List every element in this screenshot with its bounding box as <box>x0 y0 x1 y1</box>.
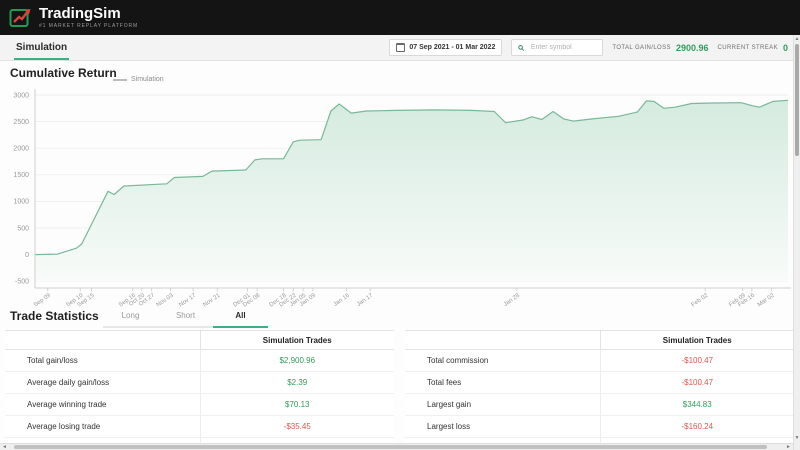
stats-tabs: Long Short All <box>103 305 268 328</box>
search-icon <box>518 44 525 52</box>
tab-long[interactable]: Long <box>103 305 158 328</box>
scroll-up-arrow[interactable]: ▲ <box>794 36 800 43</box>
svg-text:500: 500 <box>17 225 29 232</box>
stat-value: $344.83 <box>600 394 795 415</box>
toolbar: Simulation 07 Sep 2021 - 01 Mar 2022 TOT… <box>0 35 800 61</box>
stats-table-right: Simulation Trades Total commission-$100.… <box>405 330 794 450</box>
stat-label: Total commission <box>405 350 600 371</box>
horizontal-scroll-thumb[interactable] <box>14 445 767 449</box>
total-gainloss-label: TOTAL GAIN/LOSS <box>612 45 671 51</box>
stat-label: Average winning trade <box>5 394 200 415</box>
calendar-icon <box>396 43 405 52</box>
table-row: Average losing trade-$35.45 <box>5 416 394 438</box>
table-header-empty <box>405 331 600 349</box>
stat-label: Total fees <box>405 372 600 393</box>
symbol-search[interactable] <box>511 39 603 56</box>
svg-text:2500: 2500 <box>13 119 29 126</box>
stat-label: Largest loss <box>405 416 600 437</box>
stats-title: Trade Statistics <box>10 309 99 323</box>
current-streak-label: CURRENT STREAK <box>717 45 778 51</box>
brand-name: TradingSim <box>39 6 138 21</box>
scroll-left-arrow[interactable]: ◄ <box>2 444 7 450</box>
horizontal-scrollbar[interactable]: ◄ ► <box>0 443 793 450</box>
svg-text:2000: 2000 <box>13 146 29 153</box>
stat-value: -$100.47 <box>600 372 795 393</box>
tradingsim-logo-icon <box>8 5 33 30</box>
stats-table-left: Simulation Trades Total gain/loss$2,900.… <box>5 330 394 450</box>
table-header-empty <box>5 331 200 349</box>
vertical-scroll-thumb[interactable] <box>795 44 799 156</box>
table-row: Largest gain$344.83 <box>405 394 794 416</box>
cumulative-return-chart[interactable]: 300025002000150010005000-500Sep 09Sep 10… <box>0 75 800 307</box>
stat-label: Largest gain <box>405 394 600 415</box>
table-body: Total commission-$100.47Total fees-$100.… <box>405 350 794 450</box>
table-row: Total commission-$100.47 <box>405 350 794 372</box>
stat-label: Average losing trade <box>5 416 200 437</box>
svg-text:Sep 09: Sep 09 <box>33 292 53 307</box>
toolbar-controls: 07 Sep 2021 - 01 Mar 2022 TOTAL GAIN/LOS… <box>389 35 788 60</box>
vertical-scrollbar[interactable]: ▲ ▼ <box>793 35 800 450</box>
svg-text:Mar 02: Mar 02 <box>757 292 776 307</box>
table-row: Average daily gain/loss$2.39 <box>5 372 394 394</box>
svg-text:1000: 1000 <box>13 199 29 206</box>
scroll-down-arrow[interactable]: ▼ <box>794 435 800 442</box>
current-streak-value: 0 <box>783 43 788 53</box>
symbol-input[interactable] <box>529 43 596 52</box>
stat-label: Total gain/loss <box>5 350 200 371</box>
table-row: Total fees-$100.47 <box>405 372 794 394</box>
table-header-label: Simulation Trades <box>600 331 795 349</box>
table-row: Total gain/loss$2,900.96 <box>5 350 394 372</box>
table-header-row: Simulation Trades <box>5 330 394 350</box>
current-streak-metric: CURRENT STREAK 0 <box>717 43 788 53</box>
table-body: Total gain/loss$2,900.96Average daily ga… <box>5 350 394 450</box>
svg-text:1500: 1500 <box>13 172 29 179</box>
stat-value: $2,900.96 <box>200 350 395 371</box>
svg-text:Jan 28: Jan 28 <box>503 292 522 307</box>
brand-tagline: #1 MARKET REPLAY PLATFORM <box>39 23 138 29</box>
svg-text:-500: -500 <box>15 279 29 286</box>
svg-text:3000: 3000 <box>13 92 29 99</box>
table-header-row: Simulation Trades <box>405 330 794 350</box>
app-header: TradingSim #1 MARKET REPLAY PLATFORM <box>0 0 800 35</box>
date-range-picker[interactable]: 07 Sep 2021 - 01 Mar 2022 <box>389 39 502 56</box>
stat-value: -$100.47 <box>600 350 795 371</box>
svg-text:Jan 16: Jan 16 <box>333 292 352 307</box>
brand-block: TradingSim #1 MARKET REPLAY PLATFORM <box>39 6 138 29</box>
table-row: Average winning trade$70.13 <box>5 394 394 416</box>
tradingsim-app: TradingSim #1 MARKET REPLAY PLATFORM Sim… <box>0 0 800 450</box>
stat-value: -$35.45 <box>200 416 395 437</box>
tab-short[interactable]: Short <box>158 305 213 328</box>
svg-text:Feb 02: Feb 02 <box>691 292 710 307</box>
tab-all[interactable]: All <box>213 305 268 328</box>
stat-value: -$160.24 <box>600 416 795 437</box>
stat-value: $70.13 <box>200 394 395 415</box>
stat-value: $2.39 <box>200 372 395 393</box>
tab-simulation-label: Simulation <box>16 42 67 53</box>
scroll-right-arrow[interactable]: ► <box>786 444 791 450</box>
tradingsim-logo[interactable]: TradingSim #1 MARKET REPLAY PLATFORM <box>8 5 138 30</box>
date-range-value: 07 Sep 2021 - 01 Mar 2022 <box>409 44 495 51</box>
total-gainloss-metric: TOTAL GAIN/LOSS 2900.96 <box>612 43 708 53</box>
table-row: Largest loss-$160.24 <box>405 416 794 438</box>
svg-text:0: 0 <box>25 252 29 259</box>
stat-label: Average daily gain/loss <box>5 372 200 393</box>
total-gainloss-value: 2900.96 <box>676 43 709 53</box>
table-header-label: Simulation Trades <box>200 331 395 349</box>
svg-text:Jan 17: Jan 17 <box>356 292 375 307</box>
tab-simulation[interactable]: Simulation <box>14 35 69 60</box>
